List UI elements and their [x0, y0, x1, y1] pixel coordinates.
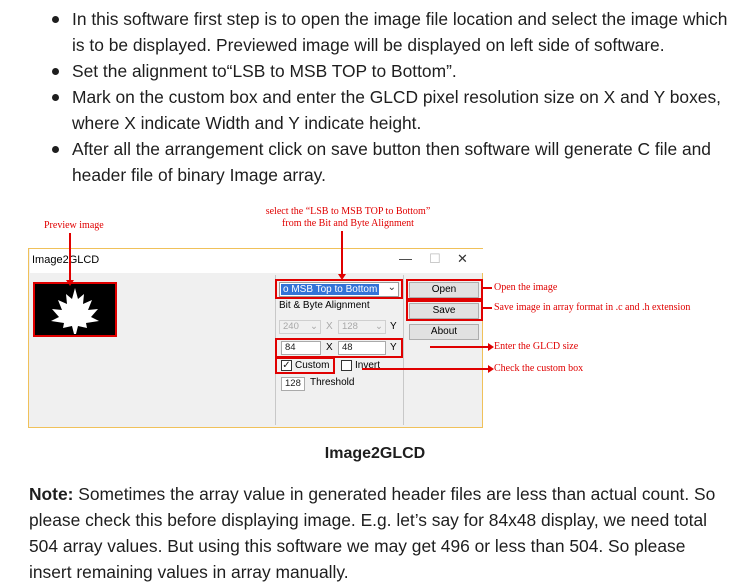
list-item: After all the arrangement click on save …	[52, 136, 732, 188]
note-label: Note:	[29, 484, 74, 504]
figure-image2glcd: Preview image select the “LSB to MSB TOP…	[28, 200, 733, 440]
note-paragraph: Note: Sometimes the array value in gener…	[29, 481, 729, 585]
annotation-arrows	[66, 231, 494, 373]
arrowhead-alignment	[338, 274, 346, 280]
figure-caption: Image2GLCD	[324, 445, 426, 462]
note-text: Sometimes the array value in generated h…	[29, 484, 716, 582]
list-item: Set the alignment to“LSB to MSB TOP to B…	[52, 58, 732, 84]
list-item: Mark on the custom box and enter the GLC…	[52, 84, 732, 136]
arrowhead-custom	[488, 365, 494, 373]
instruction-list: In this software first step is to open t…	[52, 6, 732, 188]
list-item: In this software first step is to open t…	[52, 6, 732, 58]
arrowhead-size	[488, 343, 494, 351]
arrowhead-preview	[66, 280, 74, 286]
